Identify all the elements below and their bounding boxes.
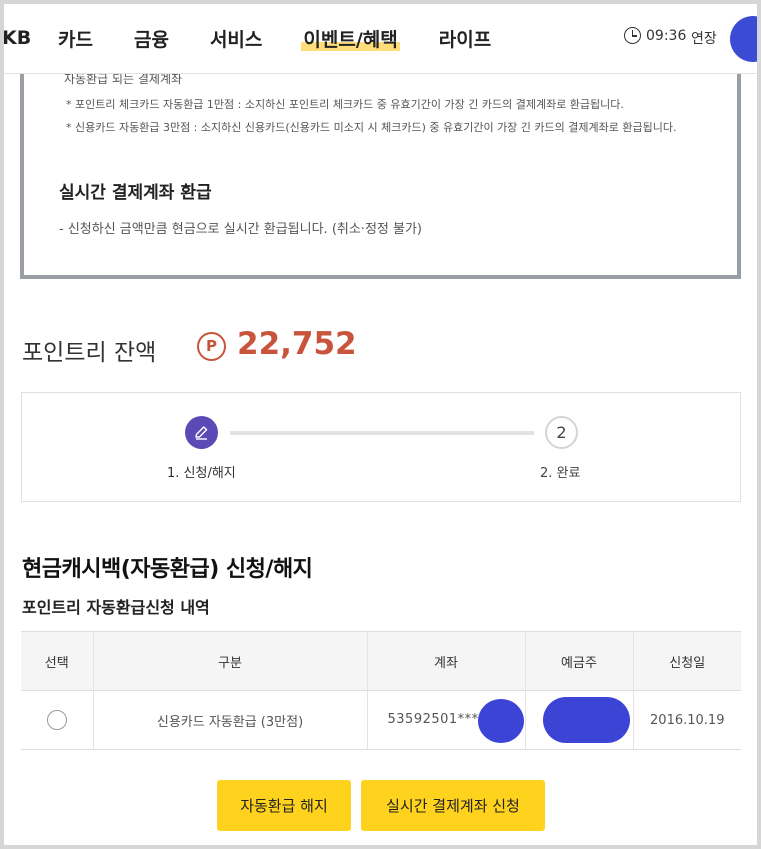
cancel-auto-refund-button[interactable]: 자동환급 해지 (217, 780, 351, 831)
refund-history-table: 선택 구분 계좌 예금주 신청일 신용카드 자동환급 (3만점) 5359250… (21, 631, 741, 750)
col-header-account: 계좌 (366, 631, 525, 691)
extend-session-button[interactable]: 연장 (691, 28, 717, 48)
table-row: 신용카드 자동환급 (3만점) 53592501*** 2016.10.19 (21, 690, 741, 750)
notice-heading: 실시간 결제계좌 환급 (59, 183, 212, 203)
notice-note: * 포인트리 체크카드 자동환급 1만점 : 소지하신 포인트리 체크카드 중 … (66, 98, 624, 111)
col-header-select: 선택 (21, 631, 93, 691)
row-select-radio[interactable] (46, 710, 67, 730)
col-header-date: 신청일 (632, 631, 741, 691)
pencil-icon (195, 426, 208, 440)
balance-label: 포인트리 잔액 (22, 340, 157, 366)
session-timer: 09:36 (646, 28, 687, 44)
user-avatar[interactable] (730, 16, 757, 62)
menu-service[interactable]: 서비스 (210, 25, 262, 52)
select-cell (21, 690, 93, 750)
type-cell: 신용카드 자동환급 (3만점) (92, 690, 367, 750)
date-cell: 2016.10.19 (632, 690, 741, 750)
progress-steps: 2 1. 신청/해지 2. 완료 (21, 392, 741, 502)
step1-indicator (185, 416, 218, 449)
section-subtitle: 포인트리 자동환급신청 내역 (22, 598, 210, 617)
logo[interactable]: KB (4, 27, 31, 49)
section-title: 현금캐시백(자동환급) 신청/해지 (22, 557, 313, 582)
holder-cell (524, 690, 633, 750)
balance-value: 22,752 (237, 326, 357, 362)
page: 자동환급 되는 결제계좌 * 포인트리 체크카드 자동환급 1만점 : 소지하신… (4, 4, 757, 845)
main-menu: 카드 금융 서비스 이벤트/혜택 라이프 (58, 25, 532, 52)
col-header-holder: 예금주 (524, 631, 633, 691)
point-icon: P (197, 332, 226, 361)
notice-note: * 신용카드 자동환급 3만점 : 소지하신 신용카드(신용카드 미소지 시 체… (66, 121, 677, 134)
redaction-mark (477, 699, 524, 743)
menu-finance[interactable]: 금융 (134, 25, 169, 52)
clock-icon (624, 27, 641, 44)
table-header-row: 선택 구분 계좌 예금주 신청일 (21, 631, 741, 691)
redaction-mark (542, 697, 630, 743)
step2-indicator: 2 (545, 416, 578, 449)
account-cell: 53592501*** (366, 690, 525, 750)
global-nav: KB 카드 금융 서비스 이벤트/혜택 라이프 09:36 연장 (4, 4, 757, 74)
account-number: 53592501*** (387, 712, 479, 727)
step1-label: 1. 신청/해지 (167, 466, 236, 481)
col-header-type: 구분 (92, 631, 367, 691)
step-connector (230, 431, 534, 435)
notice-description: - 신청하신 금액만큼 현금으로 실시간 환급됩니다. (취소·정정 불가) (59, 222, 422, 237)
menu-life[interactable]: 라이프 (439, 25, 491, 52)
apply-realtime-refund-button[interactable]: 실시간 결제계좌 신청 (361, 780, 545, 831)
menu-card[interactable]: 카드 (58, 25, 93, 52)
step2-label: 2. 완료 (540, 466, 581, 481)
menu-event-benefit[interactable]: 이벤트/혜택 (301, 25, 401, 52)
